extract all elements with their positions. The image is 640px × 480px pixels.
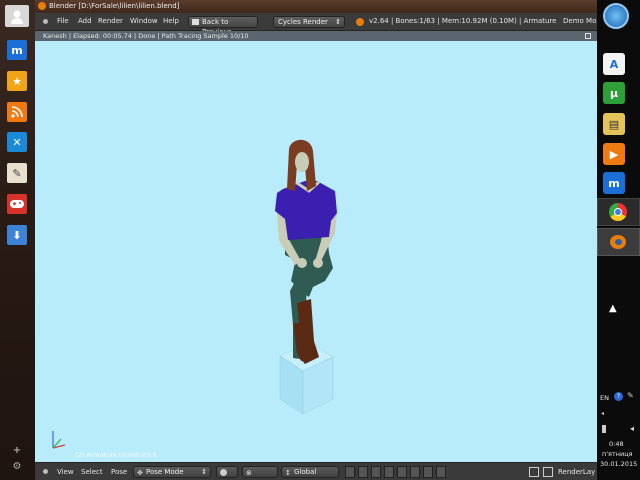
layer-button[interactable] [410,466,420,478]
active-object-label: (2) Armature.thumb.03.R [75,451,158,459]
scene-stats: v2.64 | Bones:1/63 | Mem:10.92M (0.10M) … [369,17,557,25]
editor-type-icon[interactable] [43,19,48,24]
menu-pose[interactable]: Pose [111,468,127,476]
menu-help[interactable]: Help [163,17,179,25]
render-engine-select[interactable]: Cycles Render ⇕ [273,16,345,28]
clock-time[interactable]: 0:48 [609,440,624,448]
tools-icon[interactable]: ✕ [7,132,27,152]
clock-date: 30.01.2015 [600,460,638,468]
character-figure [275,139,337,364]
manipulator-icon: ↕ [285,469,291,477]
settings-gear-icon[interactable]: ⚙ [10,460,24,472]
maximize-icon[interactable] [585,33,591,39]
blender-logo-icon [38,2,46,10]
chrome-taskbar-item[interactable] [597,198,640,226]
start-button-icon[interactable] [603,3,629,29]
interaction-mode-select[interactable]: ✥ Pose Mode ⇕ [133,466,211,478]
file-explorer-icon[interactable]: ▤ [603,113,625,135]
blender-taskbar-item[interactable] [597,228,640,256]
orientation-label: Global [294,468,317,476]
window-titlebar: Blender [D:\ForSale\lilien\lilien.blend] [35,0,597,13]
language-indicator[interactable]: EN [600,394,609,402]
utorrent-icon[interactable]: µ [603,82,625,104]
tray-pin-icon[interactable]: ✎ [627,391,634,400]
show-hidden-icons-arrow[interactable]: ◂ [601,410,604,417]
screen-icon [192,19,199,25]
render-engine-label: Cycles Render [278,18,328,26]
layer-button[interactable] [397,466,407,478]
menu-add[interactable]: Add [78,17,92,25]
app-a-icon[interactable]: A [603,53,625,75]
render-layer-label[interactable]: RenderLay [558,468,595,476]
volume-icon[interactable]: ◂ [630,424,634,433]
back-to-previous-button[interactable]: Back to Previous [188,16,258,36]
mode-label: Pose Mode [146,468,184,476]
pose-mode-icon: ✥ [137,469,143,477]
favorites-star-icon[interactable]: ★ [7,71,27,91]
layer-button[interactable] [345,466,355,478]
layer-button[interactable] [358,466,368,478]
notes-icon[interactable]: ✎ [7,163,27,183]
shading-sphere-icon [220,469,227,476]
network-icon[interactable] [602,425,606,433]
rss-icon[interactable] [7,102,27,122]
layer-button[interactable] [436,466,446,478]
3d-viewport[interactable]: (2) Armature.thumb.03.R [35,41,597,462]
axis-gizmo-icon [52,431,66,449]
pivot-point-select[interactable]: ⊛ [242,466,278,478]
render-status-bar: Kanesh | Elapsed: 00:05.74 | Done | Path… [35,31,597,41]
games-icon[interactable] [7,194,27,214]
blender-menubar: File Add Render Window Help Back to Prev… [35,13,597,36]
blender-logo-icon [356,18,364,26]
render-preview [52,139,337,449]
layer-button[interactable] [384,466,394,478]
updown-arrows-icon: ⇕ [201,468,207,476]
help-icon[interactable]: ? [614,392,623,401]
layer-button[interactable] [423,466,433,478]
viewport-shading-select[interactable] [216,466,238,478]
editor-type-icon[interactable] [43,469,48,474]
pivot-icon: ⊛ [246,469,252,477]
media-player-icon[interactable]: ▶ [603,143,625,165]
menu-view[interactable]: View [57,468,74,476]
render-status-text: Kanesh | Elapsed: 00:05.74 | Done | Path… [43,32,249,40]
blender-icon-center [615,239,622,245]
maxthon-icon[interactable]: m [7,40,27,60]
download-icon[interactable]: ⬇ [7,225,27,245]
updown-arrows-icon: ⇕ [335,18,341,26]
menu-select[interactable]: Select [81,468,103,476]
screen-layout-label[interactable]: Demo Mo [563,17,596,25]
user-avatar-icon[interactable] [5,5,29,27]
layer-button[interactable] [371,466,381,478]
render-layer-icon[interactable] [529,467,539,477]
maxthon-icon[interactable]: m [603,172,625,194]
menu-window[interactable]: Window [130,17,158,25]
chrome-center-icon [614,208,622,216]
layer-buttons [345,466,515,478]
left-dock: m ★ ✕ ✎ ⬇ + ⚙ [0,0,35,480]
transform-orientation-select[interactable]: ↕ Global [281,466,339,478]
menu-render[interactable]: Render [98,17,123,25]
add-icon[interactable]: + [10,444,24,456]
viewport-header: View Select Pose ✥ Pose Mode ⇕ ⊛ ↕ Globa… [35,462,597,480]
window-title: Blender [D:\ForSale\lilien\lilien.blend] [49,2,180,10]
windows-taskbar: A µ ▤ ▶ m ▲ EN ? ✎ ◂ ◂ 0:48 п'ятниця 30.… [597,0,640,480]
clock-day: п'ятниця [602,450,633,458]
mouse-cursor-icon: ▲ [609,303,617,314]
lock-camera-icon[interactable] [543,467,553,477]
menu-file[interactable]: File [57,17,69,25]
